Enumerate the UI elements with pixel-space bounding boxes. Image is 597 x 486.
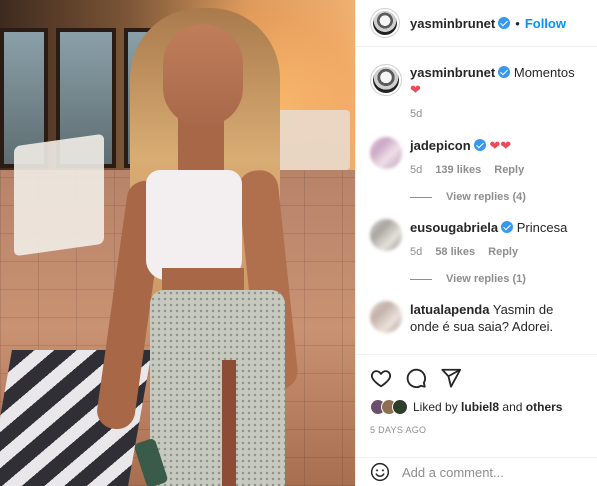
add-comment-bar [356, 457, 597, 486]
heart-emoji: ❤ [410, 82, 421, 97]
view-replies-label: View replies (4) [446, 191, 526, 203]
verified-badge-icon [473, 139, 486, 151]
comment-username[interactable]: latualapenda [410, 302, 489, 317]
photo-white-top [146, 170, 242, 280]
reply-button[interactable]: Reply [494, 164, 524, 176]
caption-age: 5d [410, 108, 423, 120]
replies-divider [410, 278, 432, 280]
comment-text: Princesa [516, 220, 568, 235]
post-timestamp: 5 DAYS AGO [370, 425, 427, 435]
smile-icon[interactable] [370, 462, 390, 482]
comment-item: jadepicon ❤❤ 5d 139 likes Reply [370, 137, 584, 179]
caption-avatar[interactable] [370, 64, 402, 96]
follow-button[interactable]: Follow [525, 16, 566, 31]
comment-age: 5d [410, 246, 423, 258]
view-replies-button[interactable]: View replies (1) [410, 273, 584, 285]
caption-text: Momentos [513, 65, 575, 80]
comment-icon[interactable] [405, 367, 427, 389]
reply-button[interactable]: Reply [488, 246, 518, 258]
caption-username[interactable]: yasminbrunet [410, 65, 495, 80]
comment-username[interactable]: jadepicon [410, 138, 471, 153]
post-sidebar: yasminbrunet • Follow yasminbrunet Momen… [355, 0, 597, 486]
action-bar [356, 355, 597, 389]
author-avatar[interactable] [370, 8, 400, 38]
photo-skirt [150, 290, 285, 486]
commenter-avatar[interactable] [370, 301, 402, 333]
view-replies-label: View replies (1) [446, 273, 526, 285]
view-replies-button[interactable]: View replies (4) [410, 191, 584, 203]
heart-icon[interactable] [370, 367, 392, 389]
comment-item: eusougabriela Princesa 5d 58 likes Reply [370, 219, 584, 261]
comment-item: latualapenda Yasmin de onde é sua saia? … [370, 301, 584, 335]
comment-username[interactable]: eusougabriela [410, 220, 498, 235]
post-header: yasminbrunet • Follow [356, 0, 597, 47]
commenter-avatar[interactable] [370, 137, 402, 169]
likes-prefix: Liked by [413, 400, 458, 414]
likes-user[interactable]: lubiel8 [461, 400, 499, 414]
caption: yasminbrunet Momentos ❤ 5d [370, 64, 584, 123]
comments-list[interactable]: yasminbrunet Momentos ❤ 5d jadepicon ❤❤ … [356, 48, 597, 354]
commenter-avatar[interactable] [370, 219, 402, 251]
replies-divider [410, 196, 432, 198]
add-comment-input[interactable] [402, 464, 582, 480]
author-username[interactable]: yasminbrunet [410, 16, 495, 31]
comment-likes[interactable]: 58 likes [435, 246, 475, 258]
post-photo[interactable] [0, 0, 355, 486]
likes-text: Liked by lubiel8 and others [413, 400, 562, 414]
likes-summary[interactable]: Liked by lubiel8 and others [356, 389, 597, 415]
photo-chair [14, 133, 104, 257]
likes-others[interactable]: others [526, 400, 563, 414]
verified-badge-icon [498, 17, 511, 29]
verified-badge-icon [501, 221, 514, 233]
share-icon[interactable] [440, 367, 462, 389]
post-actions-section: Liked by lubiel8 and others 5 DAYS AGO [356, 354, 597, 457]
photo-face [163, 24, 243, 126]
photo-skirt-slit [222, 360, 236, 486]
heart-emoji: ❤❤ [489, 138, 512, 153]
separator-dot: • [515, 15, 520, 31]
verified-badge-icon [498, 66, 511, 78]
liker-avatar [392, 399, 408, 415]
likes-connector: and [502, 400, 523, 414]
comment-age: 5d [410, 164, 423, 176]
photo-lounger [270, 110, 350, 170]
comment-likes[interactable]: 139 likes [435, 164, 481, 176]
photo-neck [178, 118, 224, 178]
